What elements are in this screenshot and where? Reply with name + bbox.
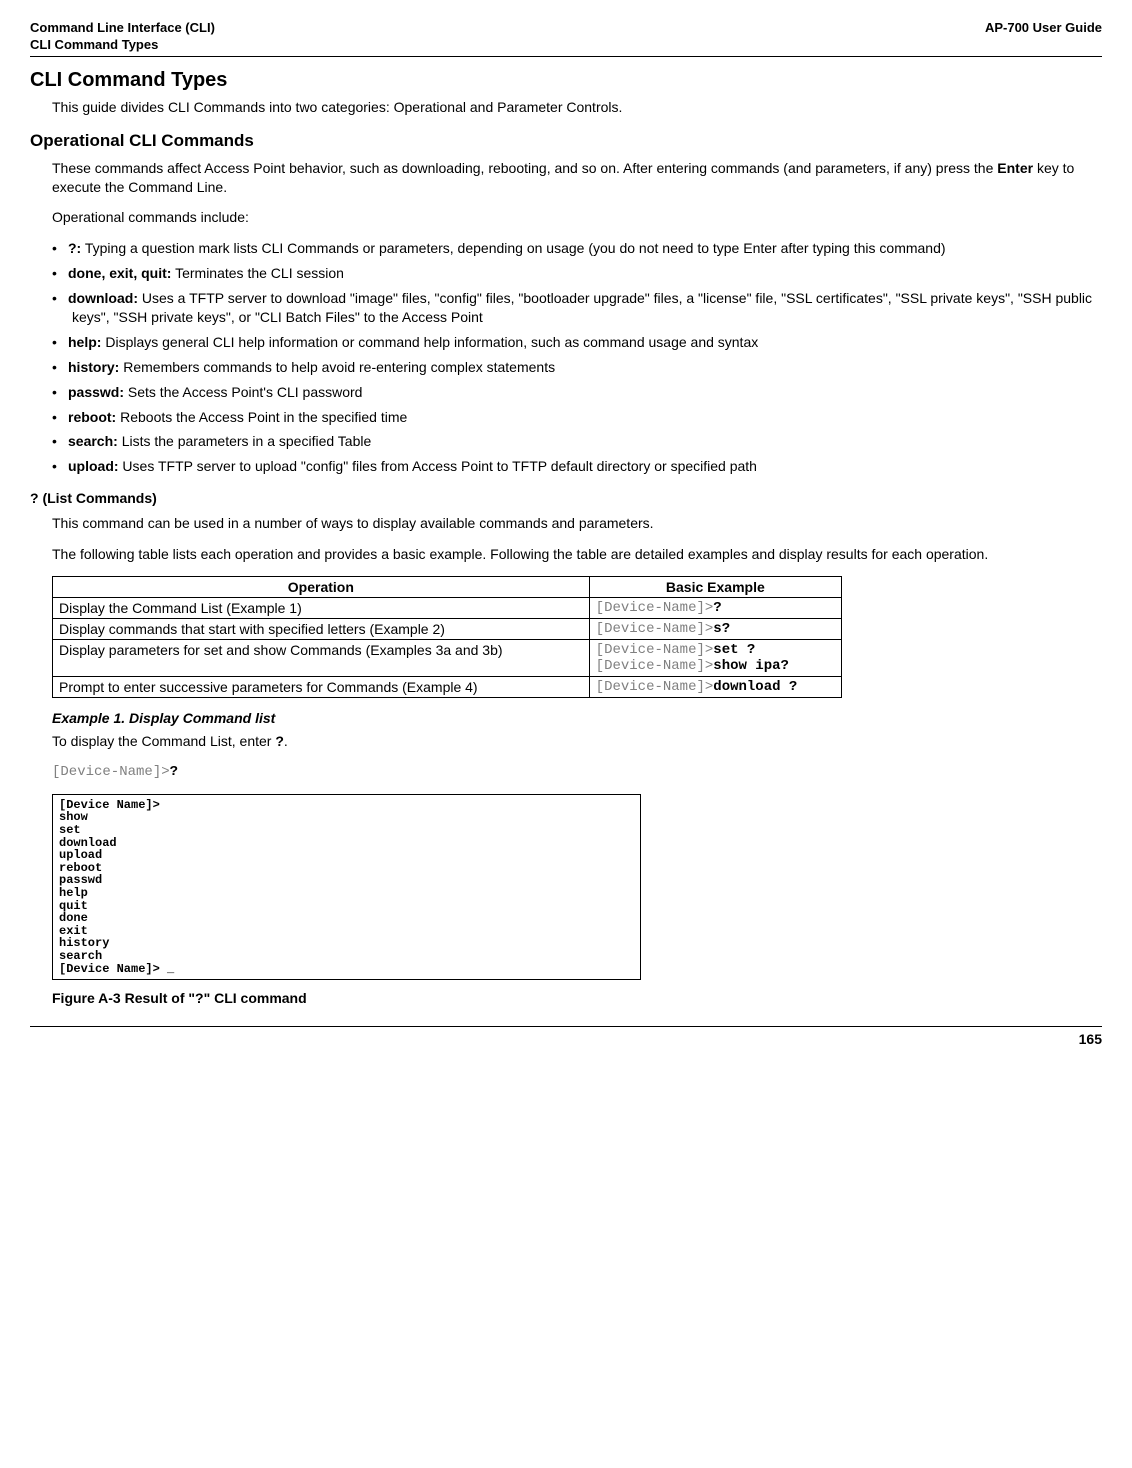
ex-cell: [Device-Name]>s? bbox=[589, 619, 841, 640]
code-prefix: [Device-Name]> bbox=[52, 764, 170, 780]
cmd-label: ?: bbox=[68, 240, 81, 256]
list-item: •passwd: Sets the Access Point's CLI pas… bbox=[52, 383, 1102, 402]
opcli-heading: Operational CLI Commands bbox=[30, 131, 1102, 151]
listcmd-heading: ? (List Commands) bbox=[30, 490, 1102, 506]
ex-cell: [Device-Name]>? bbox=[589, 598, 841, 619]
terminal-output: [Device Name]> show set download upload … bbox=[52, 794, 641, 980]
cmd-desc: Sets the Access Point's CLI password bbox=[124, 384, 362, 400]
list-item: •search: Lists the parameters in a speci… bbox=[52, 432, 1102, 451]
figure-caption: Figure A-3 Result of "?" CLI command bbox=[52, 990, 1102, 1006]
table-row: Display commands that start with specifi… bbox=[53, 619, 842, 640]
cmd-label: help: bbox=[68, 334, 101, 350]
operations-table: Operation Basic Example Display the Comm… bbox=[52, 576, 842, 698]
page-footer: 165 bbox=[30, 1026, 1102, 1047]
op-cell: Display commands that start with specifi… bbox=[53, 619, 590, 640]
header-left-line1: Command Line Interface (CLI) bbox=[30, 20, 215, 35]
op-cell: Prompt to enter successive parameters fo… bbox=[53, 677, 590, 698]
section-title: CLI Command Types bbox=[30, 69, 1102, 92]
ex1-before: To display the Command List, enter bbox=[52, 733, 275, 749]
op-cell: Display the Command List (Example 1) bbox=[53, 598, 590, 619]
bullet-icon: • bbox=[52, 408, 68, 427]
bullet-icon: • bbox=[52, 239, 68, 258]
header-left-line2: CLI Command Types bbox=[30, 37, 158, 52]
table-header-row: Operation Basic Example bbox=[53, 577, 842, 598]
list-item: •reboot: Reboots the Access Point in the… bbox=[52, 408, 1102, 427]
cmd-label: search: bbox=[68, 433, 118, 449]
ex1-after: . bbox=[284, 733, 288, 749]
listcmd-p2: The following table lists each operation… bbox=[52, 545, 1102, 564]
cmd-label: history: bbox=[68, 359, 119, 375]
list-item: •help: Displays general CLI help informa… bbox=[52, 333, 1102, 352]
prompt-cmd2: show ipa? bbox=[713, 658, 789, 674]
opcli-p1-before: These commands affect Access Point behav… bbox=[52, 160, 997, 176]
cmd-label: done, exit, quit: bbox=[68, 265, 171, 281]
prompt-prefix: [Device-Name]> bbox=[596, 600, 714, 616]
opcli-p2: Operational commands include: bbox=[52, 208, 1102, 227]
listcmd-p1: This command can be used in a number of … bbox=[52, 514, 1102, 533]
list-item: •history: Remembers commands to help avo… bbox=[52, 358, 1102, 377]
th-operation: Operation bbox=[53, 577, 590, 598]
bullet-icon: • bbox=[52, 264, 68, 283]
opcli-p1: These commands affect Access Point behav… bbox=[52, 159, 1102, 197]
opcli-p1-bold: Enter bbox=[997, 160, 1033, 176]
ex-cell: [Device-Name]>set ?[Device-Name]>show ip… bbox=[589, 640, 841, 677]
bullet-icon: • bbox=[52, 432, 68, 451]
ex-cell: [Device-Name]>download ? bbox=[589, 677, 841, 698]
page-header: Command Line Interface (CLI) CLI Command… bbox=[30, 20, 1102, 57]
cmd-label: upload: bbox=[68, 458, 119, 474]
operational-command-list: •?: Typing a question mark lists CLI Com… bbox=[52, 239, 1102, 476]
prompt-cmd: ? bbox=[713, 600, 721, 616]
list-item: •?: Typing a question mark lists CLI Com… bbox=[52, 239, 1102, 258]
prompt-prefix: [Device-Name]> bbox=[596, 621, 714, 637]
cmd-desc: Lists the parameters in a specified Tabl… bbox=[118, 433, 371, 449]
list-item: •download: Uses a TFTP server to downloa… bbox=[52, 289, 1102, 327]
prompt-prefix2: [Device-Name]> bbox=[596, 658, 714, 674]
cmd-label: passwd: bbox=[68, 384, 124, 400]
cmd-desc: Uses TFTP server to upload "config" file… bbox=[119, 458, 757, 474]
header-left: Command Line Interface (CLI) CLI Command… bbox=[30, 20, 215, 54]
table-row: Display parameters for set and show Comm… bbox=[53, 640, 842, 677]
bullet-icon: • bbox=[52, 457, 68, 476]
example1-heading: Example 1. Display Command list bbox=[52, 710, 1102, 726]
cmd-desc: Remembers commands to help avoid re-ente… bbox=[119, 359, 555, 375]
th-example: Basic Example bbox=[589, 577, 841, 598]
cmd-desc: Uses a TFTP server to download "image" f… bbox=[72, 290, 1092, 325]
bullet-icon: • bbox=[52, 383, 68, 402]
bullet-icon: • bbox=[52, 289, 68, 308]
ex1-bold: ? bbox=[275, 733, 284, 749]
op-cell: Display parameters for set and show Comm… bbox=[53, 640, 590, 677]
example1-code: [Device-Name]>? bbox=[52, 763, 1102, 782]
cmd-label: reboot: bbox=[68, 409, 116, 425]
table-row: Prompt to enter successive parameters fo… bbox=[53, 677, 842, 698]
cmd-desc: Terminates the CLI session bbox=[171, 265, 344, 281]
cmd-label: download: bbox=[68, 290, 138, 306]
bullet-icon: • bbox=[52, 358, 68, 377]
prompt-prefix: [Device-Name]> bbox=[596, 679, 714, 695]
example1-text: To display the Command List, enter ?. bbox=[52, 732, 1102, 751]
page-number: 165 bbox=[1079, 1031, 1102, 1047]
list-item: •done, exit, quit: Terminates the CLI se… bbox=[52, 264, 1102, 283]
intro-paragraph: This guide divides CLI Commands into two… bbox=[52, 98, 1102, 117]
bullet-icon: • bbox=[52, 333, 68, 352]
cmd-desc: Reboots the Access Point in the specifie… bbox=[116, 409, 407, 425]
prompt-cmd: download ? bbox=[713, 679, 797, 695]
cmd-desc: Displays general CLI help information or… bbox=[101, 334, 758, 350]
prompt-cmd: set ? bbox=[713, 642, 755, 658]
table-row: Display the Command List (Example 1) [De… bbox=[53, 598, 842, 619]
prompt-cmd: s? bbox=[713, 621, 730, 637]
code-cmd: ? bbox=[170, 764, 178, 780]
cmd-desc: Typing a question mark lists CLI Command… bbox=[81, 240, 945, 256]
list-item: •upload: Uses TFTP server to upload "con… bbox=[52, 457, 1102, 476]
header-right: AP-700 User Guide bbox=[985, 20, 1102, 54]
prompt-prefix: [Device-Name]> bbox=[596, 642, 714, 658]
